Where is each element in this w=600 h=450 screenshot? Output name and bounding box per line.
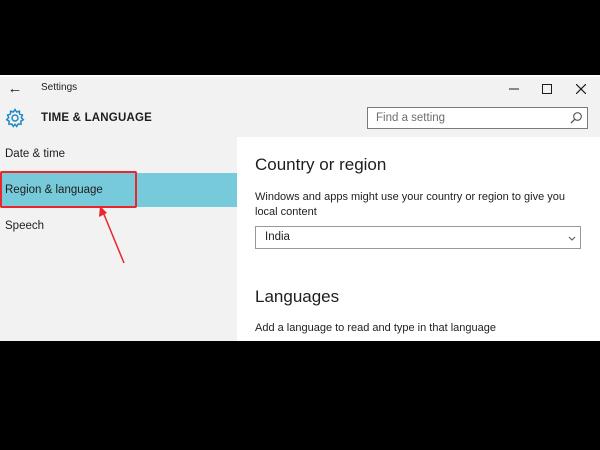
country-heading: Country or region: [255, 155, 387, 174]
main-content: Country or region Windows and apps might…: [237, 137, 600, 341]
title-bar: ← Settings: [0, 77, 600, 101]
minimize-button[interactable]: [497, 77, 531, 101]
search-box[interactable]: [367, 107, 588, 129]
close-icon: [576, 84, 586, 94]
search-input[interactable]: [368, 108, 558, 128]
search-icon[interactable]: [569, 111, 583, 125]
languages-description: Add a language to read and type in that …: [255, 322, 496, 334]
languages-heading: Languages: [255, 287, 340, 306]
window-title: Settings: [41, 82, 78, 93]
sidebar-item-label: Date & time: [5, 148, 66, 160]
settings-window: ← Settings TIME & LANGUAGE Find a settin…: [0, 75, 600, 341]
close-button[interactable]: [564, 77, 598, 101]
chevron-down-icon: [568, 236, 576, 241]
country-description: Windows and apps might use your country …: [255, 191, 565, 218]
back-arrow-icon[interactable]: ←: [6, 80, 24, 98]
sidebar-item-label: Speech: [5, 220, 45, 232]
maximize-button[interactable]: [530, 77, 564, 101]
red-arrow: [99, 206, 125, 264]
country-dropdown-value: India: [265, 231, 290, 243]
maximize-icon: [542, 84, 552, 94]
country-dropdown[interactable]: India: [255, 226, 581, 249]
sidebar-item-date-time[interactable]: Date & time: [0, 137, 237, 171]
page-title: TIME & LANGUAGE: [41, 112, 152, 124]
gear-icon: [5, 108, 25, 128]
page-header: TIME & LANGUAGE: [0, 101, 600, 137]
minimize-icon: [509, 88, 519, 90]
annotation-highlight-box: [0, 171, 137, 208]
